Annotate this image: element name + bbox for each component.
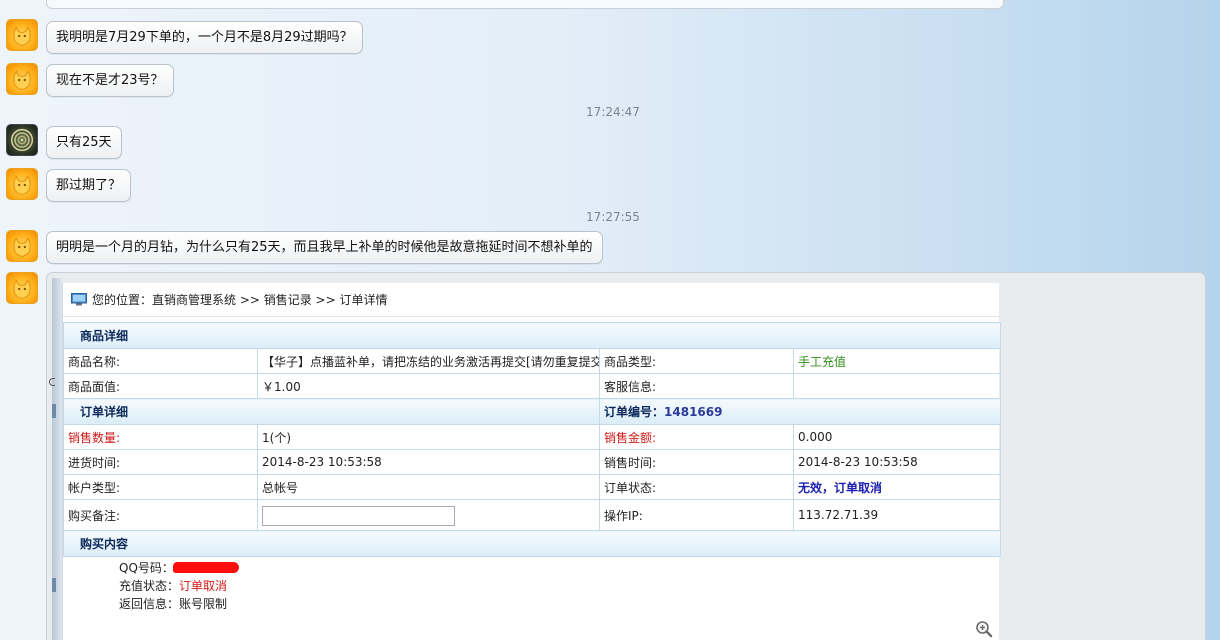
- field-value: ￥1.00: [257, 373, 600, 399]
- sidebar-marker: [52, 404, 56, 418]
- field-label: 进货时间:: [63, 449, 258, 475]
- field-value: 2014-8-23 10:53:58: [257, 449, 600, 475]
- field-label: 商品类型:: [599, 348, 794, 374]
- user-avatar[interactable]: [6, 168, 38, 200]
- field-label: 客服信息:: [599, 373, 794, 399]
- table-row: 进货时间: 2014-8-23 10:53:58 销售时间: 2014-8-23…: [63, 449, 1002, 475]
- field-label: 操作IP:: [599, 499, 794, 531]
- recharge-status-label: 充值状态：: [119, 579, 180, 593]
- zoom-in-icon[interactable]: [975, 620, 993, 638]
- field-value: 2014-8-23 10:53:58: [792, 449, 1002, 475]
- user-avatar[interactable]: [6, 230, 38, 262]
- chat-message: 现在不是才23号？: [46, 64, 174, 97]
- purchase-content: QQ号码： 充值状态：订单取消 返回信息：账号限制: [63, 557, 999, 640]
- screenshot-sidebar-strip: [49, 278, 62, 640]
- order-number: 订单编号：1481669: [598, 398, 1002, 425]
- contact-avatar[interactable]: [6, 124, 38, 156]
- table-row: 购买备注: 操作IP: 113.72.71.39: [63, 499, 1002, 531]
- qq-label: QQ号码：: [119, 561, 174, 575]
- field-label: 销售金额:: [599, 424, 794, 450]
- user-avatar[interactable]: [6, 63, 38, 95]
- message-timestamp: 17:24:47: [586, 105, 640, 119]
- order-status-value: 无效，订单取消: [792, 474, 1002, 500]
- table-row: 商品面值: ￥1.00 客服信息:: [63, 373, 1002, 399]
- section-header-product: 商品详细: [62, 322, 1002, 349]
- message-timestamp: 17:27:55: [586, 210, 640, 224]
- field-value: 【华子】点播蓝补单，请把冻结的业务激活再提交[请勿重复提交]: [257, 348, 600, 374]
- user-avatar[interactable]: [6, 19, 38, 51]
- field-value: 总帐号: [257, 474, 600, 500]
- order-detail-screenshot[interactable]: 您的位置：直销商管理系统 >> 销售记录 >> 订单详情 商品详细 商品名称: …: [62, 283, 1002, 640]
- sidebar-marker: [49, 378, 55, 386]
- qq-line: QQ号码：: [119, 559, 174, 577]
- field-value: 113.72.71.39: [792, 499, 1002, 531]
- monitor-icon: [71, 293, 87, 306]
- recharge-status-value: 订单取消: [179, 579, 228, 593]
- section-header-purchase: 购买内容: [62, 530, 1002, 557]
- table-row: 帐户类型: 总帐号 订单状态: 无效，订单取消: [63, 474, 1002, 500]
- field-label: 商品名称:: [63, 348, 258, 374]
- chat-message: 明明是一个月的月钻，为什么只有25天，而且我早上补单的时候他是故意拖延时间不想补…: [46, 231, 603, 264]
- table-row: 销售数量: 1(个) 销售金额: 0.000: [63, 424, 1002, 450]
- field-value: 1(个): [257, 424, 600, 450]
- field-value: [792, 373, 1002, 399]
- field-value: 手工充值: [792, 348, 1002, 374]
- redaction-mark: [173, 562, 239, 573]
- previous-message-bubble: [46, 0, 1004, 9]
- remark-textarea[interactable]: [262, 505, 455, 526]
- chat-message: 那过期了？: [46, 169, 132, 202]
- user-avatar[interactable]: [6, 272, 38, 304]
- table-row: 商品名称: 【华子】点播蓝补单，请把冻结的业务激活再提交[请勿重复提交] 商品类…: [63, 348, 1002, 374]
- field-label: 购买备注:: [63, 499, 258, 531]
- return-info-line: 返回信息：账号限制: [119, 595, 227, 613]
- field-label: 帐户类型:: [63, 474, 258, 500]
- return-info-label: 返回信息：: [119, 597, 180, 611]
- field-label: 销售时间:: [599, 449, 794, 475]
- chat-message: 只有25天: [46, 126, 122, 159]
- section-header-order: 订单详细 订单编号：1481669: [63, 398, 1002, 425]
- chat-message: 我明明是7月29下单的，一个月不是8月29过期吗？: [46, 21, 363, 54]
- field-label: 订单状态:: [599, 474, 794, 500]
- sidebar-marker: [52, 578, 56, 592]
- field-label: 销售数量:: [63, 424, 258, 450]
- remark-cell: [257, 499, 600, 531]
- breadcrumb-text: 您的位置：直销商管理系统 >> 销售记录 >> 订单详情: [92, 292, 388, 307]
- order-detail-table: 商品详细 商品名称: 【华子】点播蓝补单，请把冻结的业务激活再提交[请勿重复提交…: [62, 322, 1002, 557]
- field-value: 0.000: [792, 424, 1002, 450]
- return-info-value: 账号限制: [179, 597, 228, 611]
- field-label: 商品面值:: [63, 373, 258, 399]
- breadcrumb: 您的位置：直销商管理系统 >> 销售记录 >> 订单详情: [63, 283, 999, 317]
- recharge-status-line: 充值状态：订单取消: [119, 577, 227, 595]
